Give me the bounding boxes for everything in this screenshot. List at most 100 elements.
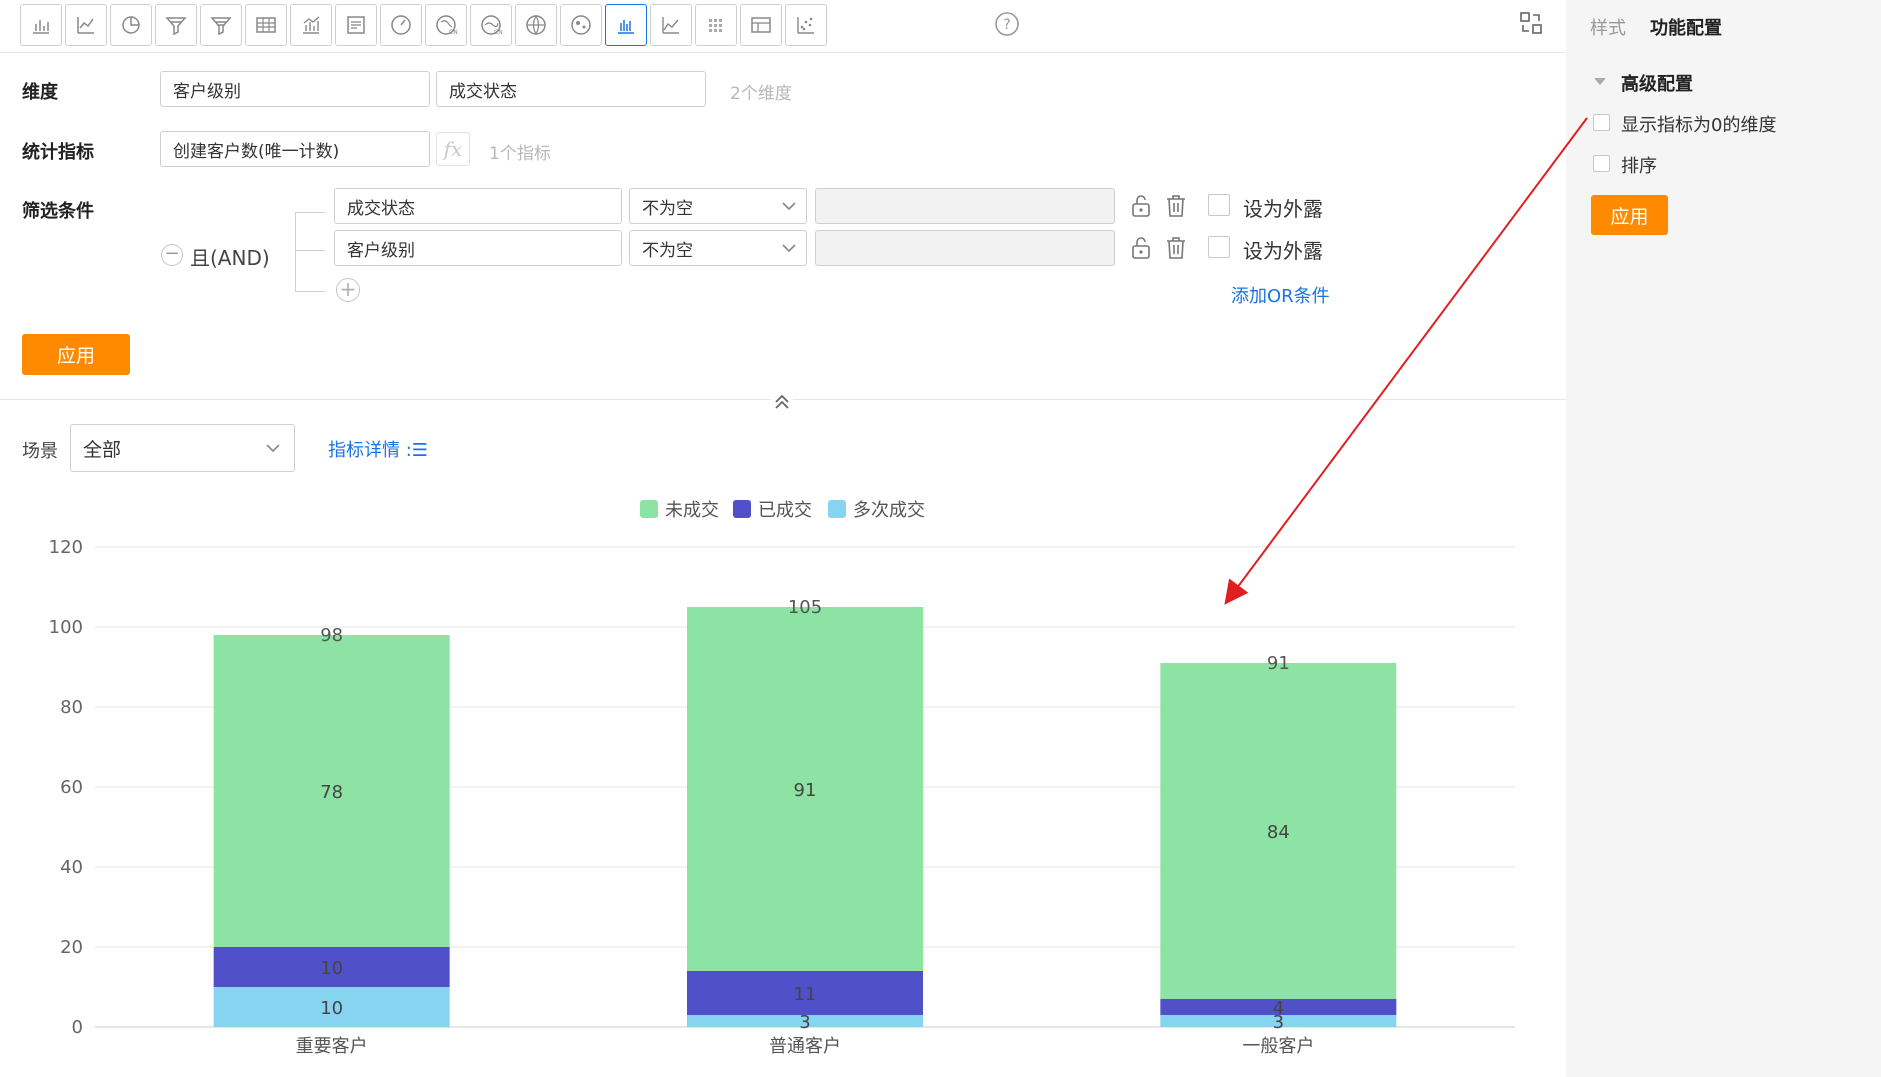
filter-bracket [295,212,325,292]
unlock-icon[interactable] [1129,235,1153,261]
chart-type-button-gauge[interactable] [380,4,422,46]
dimension-label: 维度 [22,82,58,103]
show-zero-checkbox[interactable] [1593,114,1610,131]
chart-type-button-stacked-bar[interactable] [605,4,647,46]
area-chart-icon [662,17,679,34]
chart-type-button-bubble-map[interactable] [560,4,602,46]
china-map-alt-icon: CN [481,15,503,36]
filter-operator-2[interactable]: 不为空 [629,230,807,266]
chart-type-button-pie-chart[interactable] [110,4,152,46]
bar-value-label: 10 [320,958,343,979]
expose-checkbox-2[interactable] [1208,236,1230,258]
swap-icon[interactable] [1517,9,1545,37]
x-tick-label: 一般客户 [1242,1036,1314,1057]
chart-type-button-funnel[interactable] [155,4,197,46]
chevron-down-icon [782,202,796,211]
dimension-field-1[interactable]: 客户级别 [160,71,430,107]
help-circle-icon[interactable]: ? [993,10,1021,38]
apply-button[interactable]: 应用 [22,334,130,375]
x-tick-label: 重要客户 [296,1036,368,1057]
chart-type-button-bar-chart[interactable] [20,4,62,46]
expose-checkbox-1[interactable] [1208,194,1230,216]
chart-type-button-area-chart[interactable] [650,4,692,46]
bar-value-label: 91 [794,780,817,801]
filter-value-1[interactable] [815,188,1115,224]
chart-type-button-funnel-compare[interactable] [200,4,242,46]
stacked-bar-icon [618,20,634,34]
chart-type-button-pivot-table[interactable] [740,4,782,46]
unlock-icon[interactable] [1129,193,1153,219]
scene-select[interactable]: 全部 [70,424,295,472]
china-map-icon: CN [436,15,458,36]
y-tick-label: 0 [72,1017,83,1038]
chart-type-button-china-map-alt[interactable]: CN [470,4,512,46]
filter-value-2[interactable] [815,230,1115,266]
chart-type-button-world-map[interactable] [515,4,557,46]
tab-function-config[interactable]: 功能配置 [1650,14,1722,40]
y-tick-label: 60 [60,777,83,798]
side-apply-button[interactable]: 应用 [1591,195,1668,235]
chart-type-button-combo-chart[interactable] [290,4,332,46]
bracket-tick [295,250,325,251]
bracket-tick [295,212,325,213]
world-map-icon [526,15,546,36]
caret-down-icon[interactable] [1594,78,1606,85]
table-icon [256,17,276,33]
tab-style[interactable]: 样式 [1590,14,1626,40]
chevron-down-icon [266,444,280,453]
sort-checkbox[interactable] [1593,155,1610,172]
chart-type-button-scatter[interactable] [785,4,827,46]
add-condition-button[interactable]: + [336,278,360,302]
y-tick-label: 20 [60,937,83,958]
text-card-icon [347,16,365,34]
chart-type-button-line-chart[interactable] [65,4,107,46]
metric-count: 1个指标 [489,144,551,164]
scene-label: 场景 [22,441,58,462]
filter-operator-1[interactable]: 不为空 [629,188,807,224]
y-tick-label: 40 [60,857,83,878]
bubble-map-icon [571,15,591,35]
trash-icon[interactable] [1164,235,1188,261]
chart-type-button-text-card[interactable] [335,4,377,46]
filter-field-1[interactable]: 成交状态 [334,188,622,224]
bar-value-label: 3 [799,1012,810,1033]
chart-type-button-china-map[interactable]: CN [425,4,467,46]
gauge-icon [391,15,411,35]
bar-value-label: 10 [320,998,343,1019]
svg-text:CN: CN [449,29,458,36]
y-tick-label: 120 [49,537,83,558]
x-tick-label: 普通客户 [769,1036,841,1057]
expose-label-2: 设为外露 [1243,239,1323,263]
combo-chart-icon [303,16,320,34]
bar-value-label: 4 [1273,998,1284,1019]
metric-detail-link[interactable]: 指标详情 :☰ [328,436,428,462]
pie-chart-icon [122,16,140,34]
pivot-table-icon [751,17,771,33]
collapse-up-icon[interactable] [771,390,793,412]
line-chart-icon [77,17,94,34]
bar-chart-icon [33,20,49,34]
advanced-config-title: 高级配置 [1621,74,1693,95]
side-panel: 样式 功能配置 高级配置 显示指标为0的维度 排序 应用 [1566,0,1881,1077]
metric-field[interactable]: 创建客户数(唯一计数) [160,131,430,167]
filter-field-2[interactable]: 客户级别 [334,230,622,266]
funnel-icon [165,17,187,36]
dimension-field-2[interactable]: 成交状态 [436,71,706,107]
chart-type-button-heatmap[interactable] [695,4,737,46]
bar-total-label: 105 [788,597,822,618]
stacked-bar-chart: 02040608010012010107898重要客户31191105普通客户3… [49,537,1515,1057]
heatmap-icon [709,19,722,32]
dimension-count: 2个维度 [730,84,792,104]
logic-collapse-toggle[interactable]: − [161,244,183,266]
chevron-down-icon [782,244,796,253]
y-tick-label: 80 [60,697,83,718]
chart-type-button-table[interactable] [245,4,287,46]
bar-total-label: 98 [320,625,343,646]
add-or-condition-link[interactable]: 添加OR条件 [1231,282,1330,308]
scatter-icon [797,17,814,34]
bar-total-label: 91 [1267,653,1290,674]
bracket-tick [295,291,325,292]
trash-icon[interactable] [1164,193,1188,219]
fx-button[interactable]: fx [436,132,470,166]
bar-value-label: 84 [1267,822,1290,843]
